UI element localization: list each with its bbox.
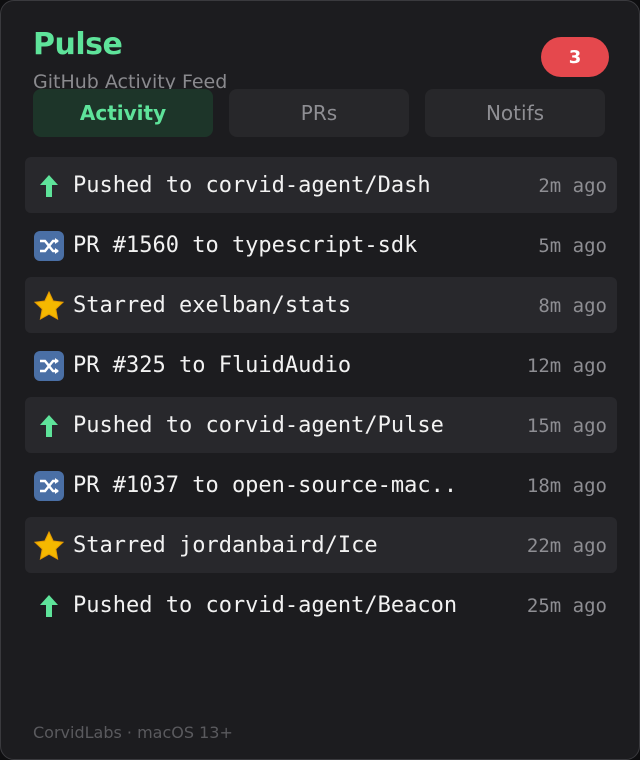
shuffle-icon: [33, 470, 65, 502]
feed-row-text: PR #1560 to typescript-sdk: [73, 233, 418, 258]
feed-row-timestamp: 5m ago: [538, 235, 607, 257]
feed-row-text: PR #325 to FluidAudio: [73, 353, 352, 378]
feed-row[interactable]: Starred jordanbaird/Ice 22m ago: [25, 517, 617, 573]
feed-row[interactable]: Pushed to corvid-agent/Pulse 15m ago: [25, 397, 617, 453]
feed-row-timestamp: 22m ago: [526, 535, 607, 557]
shuffle-icon: [33, 350, 65, 382]
feed-row[interactable]: Pushed to corvid-agent/Beacon 25m ago: [25, 577, 617, 633]
arrow-up-icon: [33, 590, 65, 622]
star-icon: [33, 290, 65, 322]
pulse-window: Pulse GitHub Activity Feed 3 Activity PR…: [0, 0, 640, 760]
feed-row[interactable]: PR #1560 to typescript-sdk 5m ago: [25, 217, 617, 273]
feed-row-timestamp: 12m ago: [526, 355, 607, 377]
arrow-up-icon: [33, 170, 65, 202]
feed-row-text: Starred exelban/stats: [73, 293, 352, 318]
activity-feed: Pushed to corvid-agent/Dash 2m ago PR #156…: [25, 157, 617, 637]
tab-prs[interactable]: PRs: [229, 89, 409, 137]
feed-row[interactable]: PR #325 to FluidAudio 12m ago: [25, 337, 617, 393]
feed-row-text: Pushed to corvid-agent/Dash: [73, 173, 431, 198]
tab-notifs[interactable]: Notifs: [425, 89, 605, 137]
feed-row-timestamp: 15m ago: [526, 415, 607, 437]
shuffle-icon: [33, 230, 65, 262]
feed-row-timestamp: 18m ago: [526, 475, 607, 497]
feed-row-text: Pushed to corvid-agent/Pulse: [73, 413, 444, 438]
footer-text: CorvidLabs · macOS 13+: [33, 723, 233, 742]
feed-row-timestamp: 2m ago: [538, 175, 607, 197]
feed-row-text: Starred jordanbaird/Ice: [73, 533, 378, 558]
feed-row[interactable]: Pushed to corvid-agent/Dash 2m ago: [25, 157, 617, 213]
feed-row-text: Pushed to corvid-agent/Beacon: [73, 593, 458, 618]
feed-row[interactable]: Starred exelban/stats 8m ago: [25, 277, 617, 333]
notification-count-badge[interactable]: 3: [541, 37, 609, 77]
arrow-up-icon: [33, 410, 65, 442]
feed-row-timestamp: 8m ago: [538, 295, 607, 317]
feed-row-timestamp: 25m ago: [526, 595, 607, 617]
feed-row-text: PR #1037 to open-source-mac..: [73, 473, 458, 498]
app-title: Pulse: [33, 27, 123, 62]
star-icon: [33, 530, 65, 562]
feed-row[interactable]: PR #1037 to open-source-mac.. 18m ago: [25, 457, 617, 513]
tab-activity[interactable]: Activity: [33, 89, 213, 137]
